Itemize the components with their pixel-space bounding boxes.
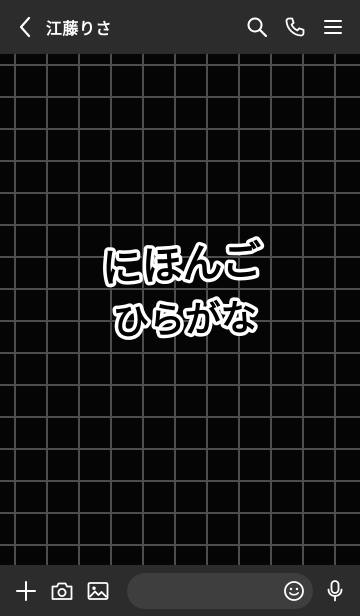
image-icon <box>87 581 109 600</box>
emoji-button[interactable] <box>281 578 307 604</box>
search-button[interactable] <box>238 0 276 54</box>
chat-header: 江藤りさ <box>0 0 360 54</box>
message-bar <box>0 565 360 616</box>
image-button[interactable] <box>80 565 116 616</box>
search-icon <box>247 17 268 38</box>
emoji-icon <box>284 581 304 601</box>
back-button[interactable] <box>6 0 44 54</box>
decor-text-line1: にほんご <box>101 238 263 292</box>
message-input[interactable] <box>127 573 313 609</box>
chat-title: 江藤りさ <box>46 19 113 38</box>
decor-hand-lettering: にほんご にほんご ひらがな ひらがな <box>97 234 266 347</box>
camera-button[interactable] <box>44 565 80 616</box>
decor-text-line2: ひらがな <box>112 297 257 343</box>
phone-icon <box>285 17 305 37</box>
voice-button[interactable] <box>318 565 352 616</box>
add-button[interactable] <box>8 565 44 616</box>
chat-background[interactable]: にほんご にほんご ひらがな ひらがな <box>0 54 360 565</box>
menu-icon <box>324 20 342 34</box>
microphone-icon <box>327 579 343 601</box>
plus-icon <box>16 580 36 601</box>
menu-button[interactable] <box>314 0 352 54</box>
call-button[interactable] <box>276 0 314 54</box>
camera-icon <box>51 582 73 600</box>
chevron-left-icon <box>19 16 31 38</box>
